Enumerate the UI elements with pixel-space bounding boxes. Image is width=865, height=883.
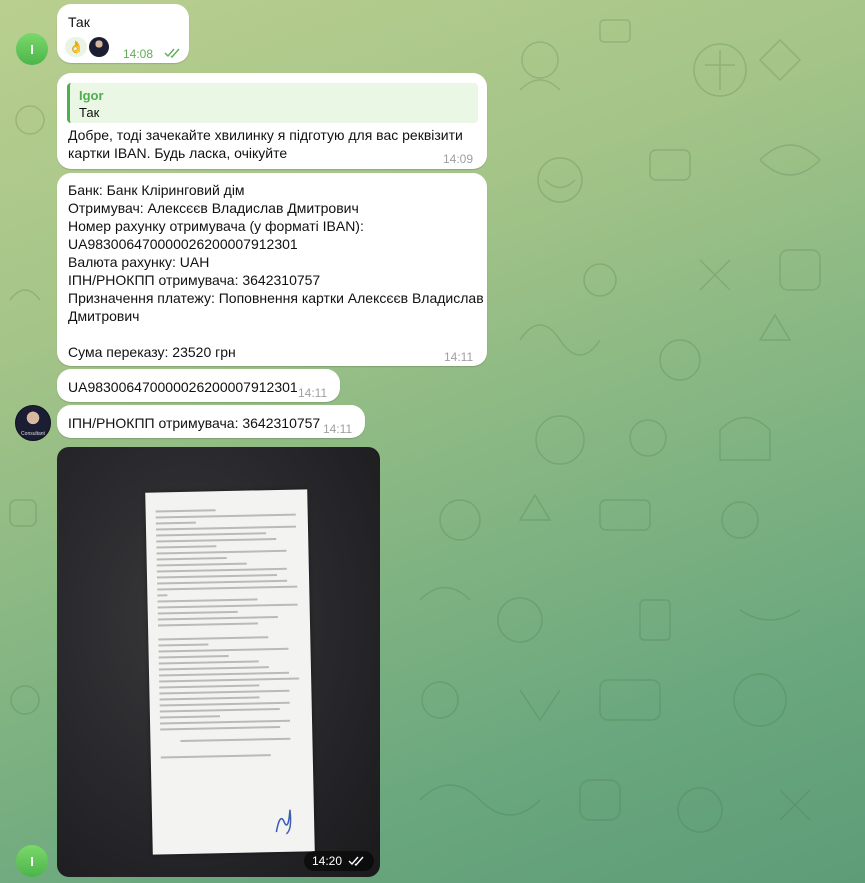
- message-bubble[interactable]: Банк: Банк Кліринговий дім Отримувач: Ал…: [57, 173, 487, 366]
- message-line: Номер рахунку отримувача (у форматі IBAN…: [68, 218, 364, 234]
- ok-hand-reaction-icon[interactable]: 👌: [65, 37, 87, 57]
- message-line: картки IBAN. Будь ласка, очікуйте: [68, 145, 288, 161]
- message-text: ІПН/РНОКПП отримувача: 3642310757: [68, 415, 321, 431]
- message-text: Так: [68, 14, 90, 30]
- message-bubble[interactable]: UA983006470000026200007912301 14:11: [57, 369, 340, 402]
- reactor-avatar: [89, 37, 109, 57]
- contact-avatar[interactable]: Consultant: [15, 405, 51, 441]
- message-time: 14:08: [123, 47, 154, 61]
- message-time: 14:09: [443, 152, 474, 166]
- double-check-icon: [348, 856, 364, 866]
- message-line: Валюта рахунку: UAH: [68, 254, 210, 270]
- message-bubble[interactable]: Так 👌 14:08: [57, 4, 189, 63]
- message-line: Дмитрович: [68, 308, 140, 324]
- message-time: 14:11: [323, 422, 353, 436]
- message-time: 14:11: [298, 386, 328, 400]
- message-line: Банк: Банк Кліринговий дім: [68, 182, 245, 198]
- photo-message[interactable]: 14:20: [57, 447, 380, 877]
- message-time: 14:20: [311, 854, 342, 868]
- sender-avatar[interactable]: I: [16, 845, 48, 877]
- signature-icon: [275, 809, 292, 835]
- double-check-icon: [164, 48, 180, 58]
- sender-avatar[interactable]: I: [16, 33, 48, 65]
- reaction-group[interactable]: 👌: [65, 37, 109, 57]
- message-line: Отримувач: Алексєєв Владислав Дмитрович: [68, 200, 359, 216]
- message-bubble[interactable]: Igor Так Добре, тоді зачекайте хвилинку …: [57, 73, 487, 169]
- message-text: Банк: Банк Кліринговий дім Отримувач: Ал…: [68, 181, 484, 361]
- reply-quote[interactable]: Igor Так: [67, 83, 478, 123]
- message-time: 14:11: [444, 350, 474, 364]
- message-text: UA983006470000026200007912301: [68, 379, 298, 395]
- message-line: Сума переказу: 23520 грн: [68, 344, 236, 360]
- reply-author: Igor: [79, 88, 104, 103]
- receipt-image: [145, 489, 315, 855]
- message-text: Добре, тоді зачекайте хвилинку я підготу…: [68, 126, 463, 162]
- reply-text: Так: [79, 105, 100, 120]
- message-line: ІПН/РНОКПП отримувача: 3642310757: [68, 272, 321, 288]
- photo-time-badge: 14:20: [303, 851, 374, 871]
- message-line: Призначення платежу: Поповнення картки А…: [68, 290, 484, 306]
- avatar-caption: Consultant: [21, 431, 45, 437]
- message-line: Добре, тоді зачекайте хвилинку я підготу…: [68, 127, 463, 143]
- message-line: [68, 325, 484, 343]
- message-line: UA983006470000026200007912301: [68, 236, 298, 252]
- message-bubble[interactable]: ІПН/РНОКПП отримувача: 3642310757 14:11: [57, 405, 365, 438]
